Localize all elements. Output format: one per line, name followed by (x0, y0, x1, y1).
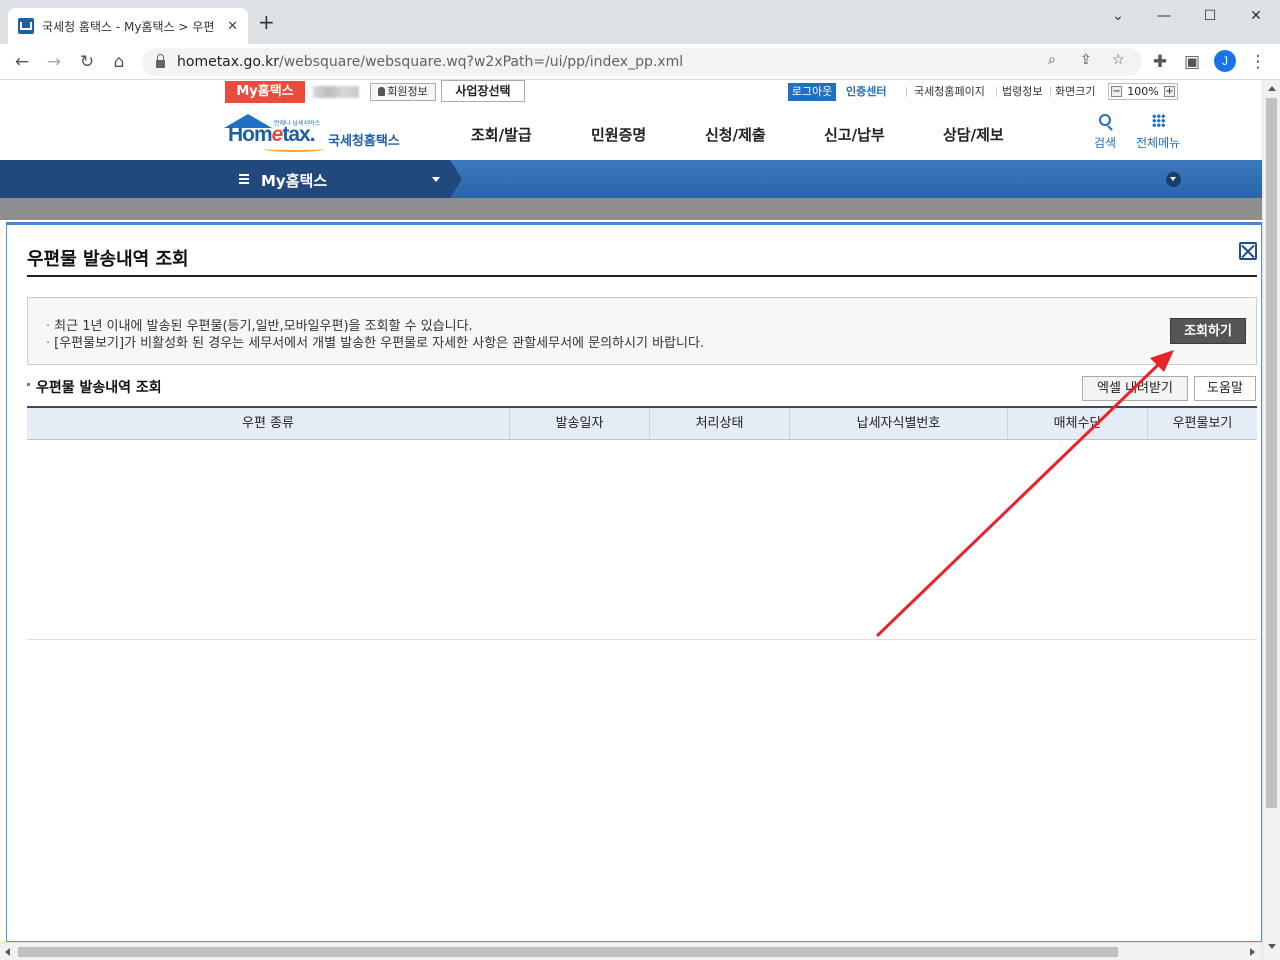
utility-bar: My홈택스 회원정보 사업장선택 로그아웃 인증센터 국세청홈페이지 법령정보 … (0, 80, 1262, 104)
nav-title: My홈택스 (261, 172, 328, 190)
law-info-link[interactable]: 법령정보 (1002, 83, 1042, 101)
section-title: 우편물 발송내역 조회 (27, 377, 162, 397)
forward-icon[interactable]: → (42, 50, 66, 74)
notice-box: · 최근 1년 이내에 발송된 우편물(등기,일반,모바일우편)을 조회할 수 있… (27, 297, 1257, 365)
column-header-status[interactable]: 처리상태 (650, 408, 790, 439)
hometax-favicon-icon (18, 18, 34, 34)
my-hometax-button[interactable]: My홈택스 (225, 81, 305, 103)
browser-tab-bar: 국세청 홈택스 - My홈택스 > 우편 ✕ + ⌄ — ☐ ✕ (0, 0, 1280, 44)
caret-down-icon[interactable] (432, 177, 440, 182)
nts-homepage-link[interactable]: 국세청홈페이지 (914, 83, 985, 101)
vertical-scrollbar[interactable] (1262, 80, 1280, 960)
new-tab-button[interactable]: + (258, 12, 275, 32)
scroll-thumb[interactable] (1266, 98, 1277, 808)
member-info-button[interactable]: 회원정보 (370, 83, 436, 101)
logout-button[interactable]: 로그아웃 (788, 83, 836, 101)
column-header-view-mail[interactable]: 우편물보기 (1148, 408, 1257, 439)
divider (906, 87, 907, 97)
logo-wordmark: Hometax. (228, 123, 316, 146)
browser-toolbar: ← → ↻ ⌂ hometax.go.kr/websquare/websquar… (0, 44, 1280, 80)
back-icon[interactable]: ← (10, 50, 34, 74)
blurred-user-name (313, 86, 359, 98)
menu-apply-submit[interactable]: 신청/제출 (705, 124, 766, 145)
column-header-mail-type[interactable]: 우편 종류 (27, 408, 510, 439)
zoom-in-button[interactable]: + (1163, 86, 1175, 97)
reload-icon[interactable]: ↻ (75, 50, 99, 74)
excel-download-button[interactable]: 엑셀 내려받기 (1082, 376, 1188, 401)
business-select-button[interactable]: 사업장선택 (441, 80, 525, 102)
zoom-value: 100% (1127, 85, 1159, 98)
url-text: hometax.go.kr/websquare/websquare.wq?w2x… (177, 54, 684, 70)
sub-nav-bar: My홈택스 (0, 160, 1262, 198)
grid-menu-icon (1151, 114, 1165, 127)
tab-close-icon[interactable]: ✕ (227, 19, 238, 34)
column-header-send-date[interactable]: 발송일자 (510, 408, 650, 439)
menu-inquiry-issue[interactable]: 조회/발급 (471, 124, 532, 145)
tab-title: 국세청 홈택스 - My홈택스 > 우편 (42, 19, 215, 34)
menu-consult-report[interactable]: 상담/제보 (943, 124, 1004, 145)
table-body (27, 440, 1257, 640)
site-header: 언제나 납세서비스 Hometax. 국세청홈택스 조회/발급 민원증명 신청/… (0, 104, 1262, 160)
notice-line: · [우편물보기]가 비활성화 된 경우는 세무서에서 개별 발송한 우편물로 자… (46, 336, 705, 351)
horizontal-scrollbar[interactable] (0, 942, 1262, 960)
mail-history-table: 우편 종류 발송일자 처리상태 납세자식별번호 매체수단 우편물보기 (27, 406, 1257, 640)
divider (996, 87, 997, 97)
side-panel-icon[interactable]: ▣ (1180, 50, 1204, 74)
window-close-icon[interactable]: ✕ (1244, 6, 1268, 26)
zoom-search-icon[interactable]: ⌕ (1048, 52, 1056, 68)
scroll-left-icon[interactable] (5, 948, 10, 956)
table-header: 우편 종류 발송일자 처리상태 납세자식별번호 매체수단 우편물보기 (27, 406, 1257, 440)
title-divider (27, 275, 1257, 277)
expand-circle-icon[interactable] (1166, 172, 1181, 187)
mail-history-popup: 우편물 발송내역 조회 · 최근 1년 이내에 발송된 우편물(등기,일반,모바일… (6, 222, 1262, 942)
zoom-control: − 100% + (1108, 83, 1178, 100)
help-button[interactable]: 도움말 (1194, 376, 1256, 401)
share-icon[interactable]: ⇪ (1080, 52, 1092, 68)
search-icon (1099, 114, 1112, 126)
query-button[interactable]: 조회하기 (1170, 318, 1246, 344)
profile-avatar[interactable]: J (1214, 50, 1236, 72)
home-icon[interactable]: ⌂ (107, 50, 131, 74)
tab-search-icon[interactable]: ⌄ (1106, 6, 1130, 26)
browser-tab[interactable]: 국세청 홈택스 - My홈택스 > 우편 ✕ (8, 8, 248, 44)
search-button[interactable]: 검색 (1094, 114, 1116, 151)
logo-swoosh-icon (264, 146, 324, 152)
scroll-down-icon[interactable] (1268, 944, 1276, 949)
column-header-taxpayer-id[interactable]: 납세자식별번호 (790, 408, 1008, 439)
hometax-logo[interactable]: 언제나 납세서비스 Hometax. 국세청홈택스 (224, 110, 414, 154)
person-icon (378, 87, 386, 96)
extensions-icon[interactable]: ✚ (1148, 50, 1172, 74)
bullet-square-icon (27, 383, 30, 386)
maximize-icon[interactable]: ☐ (1198, 6, 1222, 26)
cert-center-link[interactable]: 인증센터 (846, 83, 886, 101)
column-header-media[interactable]: 매체수단 (1008, 408, 1148, 439)
close-icon[interactable] (1239, 242, 1257, 260)
all-menu-button[interactable]: 전체메뉴 (1136, 114, 1180, 151)
logo-korean-text: 국세청홈택스 (328, 134, 400, 149)
zoom-out-button[interactable]: − (1111, 86, 1122, 97)
nav-arrow-shape (450, 160, 462, 198)
address-bar[interactable]: hometax.go.kr/websquare/websquare.wq?w2x… (142, 48, 1142, 76)
overlay-band (0, 198, 1262, 220)
hamburger-icon (239, 174, 249, 184)
popup-title: 우편물 발송내역 조회 (27, 249, 189, 270)
scroll-thumb[interactable] (18, 947, 1118, 957)
scroll-right-icon[interactable] (1250, 948, 1255, 956)
divider (1050, 87, 1051, 97)
menu-civil-certificate[interactable]: 민원증명 (591, 124, 646, 145)
bookmark-star-icon[interactable]: ☆ (1112, 52, 1125, 68)
minimize-icon[interactable]: — (1152, 6, 1176, 26)
screen-size-label: 화면크기 (1055, 85, 1096, 98)
menu-report-pay[interactable]: 신고/납부 (824, 124, 885, 145)
scroll-up-icon[interactable] (1268, 86, 1276, 91)
nav-section[interactable] (0, 160, 450, 198)
lock-icon (156, 54, 165, 68)
browser-menu-icon[interactable]: ⋮ (1246, 50, 1270, 74)
